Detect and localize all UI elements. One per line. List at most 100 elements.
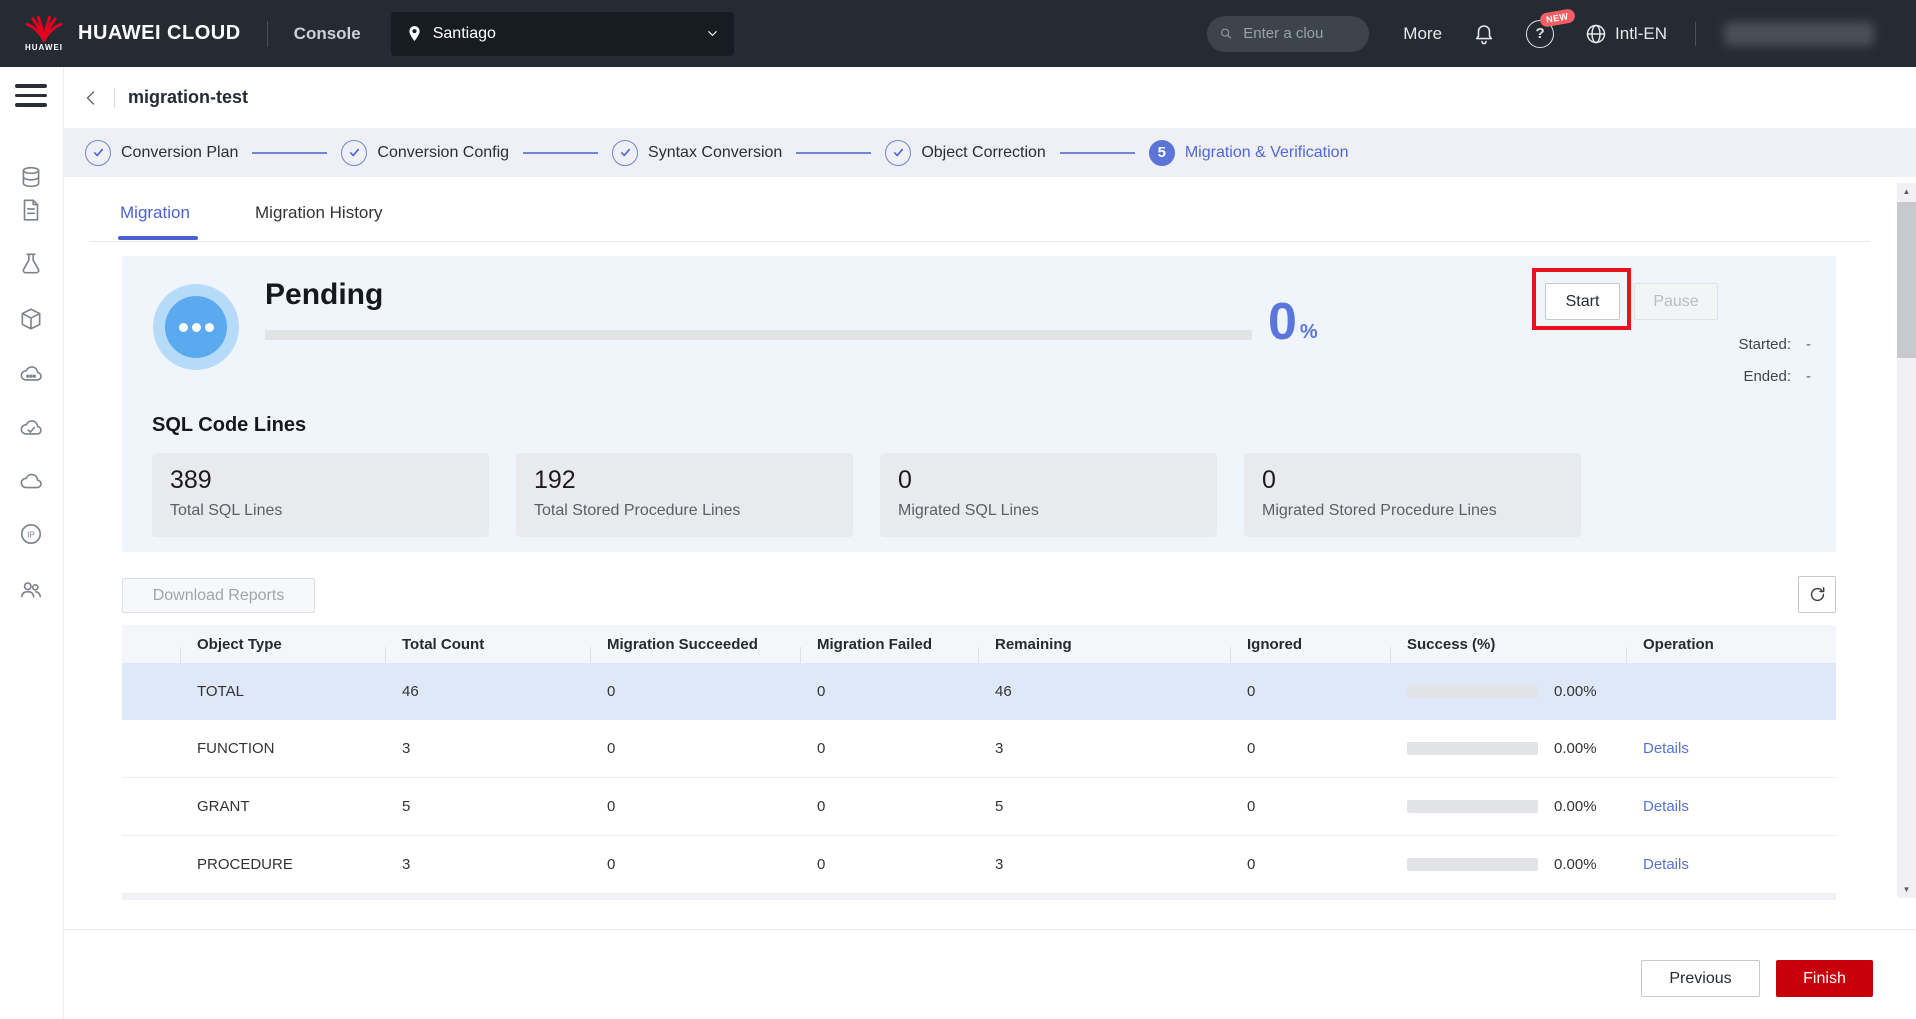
tab-migration-history[interactable]: Migration History: [255, 203, 383, 223]
previous-button[interactable]: Previous: [1641, 960, 1760, 997]
table-row-grant: GRANT 5 0 0 5 0 0.00% Details: [122, 778, 1836, 836]
huawei-cloud-console: HUAWEI HUAWEI CLOUD Console Santiago: [0, 0, 1916, 1019]
vertical-scrollbar[interactable]: ▲ ▼: [1897, 183, 1916, 898]
account-menu[interactable]: [1724, 22, 1874, 46]
cell-object-type: FUNCTION: [180, 740, 385, 757]
details-link[interactable]: Details: [1643, 740, 1689, 757]
locale-label: Intl-EN: [1615, 24, 1667, 44]
cell-remaining: 5: [978, 798, 1230, 815]
pause-button[interactable]: Pause: [1634, 283, 1718, 320]
console-link[interactable]: Console: [294, 24, 361, 44]
success-percent: 0.00%: [1554, 798, 1597, 815]
success-bar: [1407, 858, 1538, 871]
package-icon[interactable]: [18, 306, 44, 332]
huawei-logo: HUAWEI: [24, 16, 64, 52]
progress-bar: [265, 330, 1252, 340]
card-value: 192: [534, 466, 835, 495]
header-migration-failed: Migration Failed: [800, 636, 978, 653]
database-icon[interactable]: [18, 164, 44, 190]
download-reports-button[interactable]: Download Reports: [122, 578, 315, 613]
globe-icon: [1584, 22, 1608, 46]
scroll-down-arrow[interactable]: ▼: [1897, 881, 1916, 898]
document-icon[interactable]: [18, 197, 44, 223]
scroll-up-arrow[interactable]: ▲: [1897, 183, 1916, 200]
search-input[interactable]: [1241, 24, 1357, 43]
step-check-icon: [612, 140, 638, 166]
success-bar: [1407, 742, 1538, 755]
flask-icon[interactable]: [18, 251, 44, 277]
footer-divider: [63, 929, 1916, 930]
wizard-steps: Conversion Plan Conversion Config Syntax…: [63, 128, 1916, 177]
start-button[interactable]: Start: [1545, 283, 1620, 320]
cell-total-count: 3: [385, 740, 590, 757]
cell-succeeded: 0: [590, 683, 800, 700]
card-label: Total SQL Lines: [170, 502, 471, 520]
sql-code-lines-heading: SQL Code Lines: [152, 414, 306, 437]
region-selector[interactable]: Santiago: [391, 12, 734, 56]
step-connector: [252, 152, 327, 154]
header-total-count: Total Count: [385, 636, 590, 653]
breadcrumb-bar: migration-test: [63, 67, 1916, 128]
header-migration-succeeded: Migration Succeeded: [590, 636, 800, 653]
step-label: Syntax Conversion: [648, 144, 782, 162]
details-link[interactable]: Details: [1643, 798, 1689, 815]
cell-success: 0.00%: [1390, 856, 1626, 873]
cell-success: 0.00%: [1390, 683, 1626, 700]
back-button[interactable]: [83, 89, 101, 107]
cell-remaining: 46: [978, 683, 1230, 700]
success-bar: [1407, 800, 1538, 813]
cell-succeeded: 0: [590, 856, 800, 873]
user-group-icon[interactable]: [18, 576, 44, 602]
more-menu[interactable]: More: [1403, 24, 1442, 44]
header-success-pct: Success (%): [1390, 636, 1626, 653]
card-value: 0: [1262, 466, 1563, 495]
language-selector[interactable]: Intl-EN: [1584, 22, 1667, 46]
success-percent: 0.00%: [1554, 683, 1597, 700]
cell-ignored: 0: [1230, 856, 1390, 873]
notifications-button[interactable]: [1472, 22, 1496, 46]
success-percent: 0.00%: [1554, 740, 1597, 757]
ended-label: Ended:: [1743, 368, 1791, 385]
cell-remaining: 3: [978, 856, 1230, 873]
cloud-icon[interactable]: [18, 468, 44, 494]
cloud-check-icon[interactable]: [18, 415, 44, 441]
bell-icon: [1472, 22, 1496, 46]
back-chevron-icon: [83, 89, 101, 107]
cell-failed: 0: [800, 856, 978, 873]
cell-success: 0.00%: [1390, 798, 1626, 815]
divider: [114, 88, 115, 108]
huawei-flower-icon: [24, 16, 64, 42]
details-link[interactable]: Details: [1643, 856, 1689, 873]
scrollbar-thumb[interactable]: [1897, 202, 1916, 358]
tab-migration[interactable]: Migration: [120, 203, 190, 223]
header-operation: Operation: [1626, 636, 1836, 653]
cell-total-count: 5: [385, 798, 590, 815]
card-value: 0: [898, 466, 1199, 495]
cell-total-count: 46: [385, 683, 590, 700]
help-button[interactable]: ? NEW: [1526, 20, 1554, 48]
top-bar: HUAWEI HUAWEI CLOUD Console Santiago: [0, 0, 1916, 67]
cell-ignored: 0: [1230, 740, 1390, 757]
table-cutoff-strip: [122, 894, 1836, 900]
card-label: Migrated SQL Lines: [898, 502, 1199, 520]
cell-failed: 0: [800, 683, 978, 700]
global-search[interactable]: [1207, 16, 1369, 52]
cell-succeeded: 0: [590, 740, 800, 757]
table-row-procedure: PROCEDURE 3 0 0 3 0 0.00% Details: [122, 836, 1836, 894]
cell-object-type: PROCEDURE: [180, 856, 385, 873]
cell-ignored: 0: [1230, 798, 1390, 815]
menu-toggle[interactable]: [15, 84, 47, 113]
elastic-ip-icon[interactable]: IP: [18, 521, 44, 547]
wizard-step-syntax-conversion: Syntax Conversion: [612, 140, 782, 166]
wizard-step-object-correction: Object Correction: [885, 140, 1046, 166]
step-check-icon: [341, 140, 367, 166]
brand-title: HUAWEI CLOUD: [78, 22, 241, 45]
step-label: Object Correction: [921, 144, 1046, 162]
step-connector: [1060, 152, 1135, 154]
card-label: Migrated Stored Procedure Lines: [1262, 502, 1563, 520]
step-label: Migration & Verification: [1185, 144, 1349, 162]
step-label: Conversion Plan: [121, 144, 238, 162]
cloud-services-icon[interactable]: [18, 361, 44, 387]
refresh-button[interactable]: [1798, 576, 1836, 613]
finish-button[interactable]: Finish: [1776, 960, 1873, 997]
